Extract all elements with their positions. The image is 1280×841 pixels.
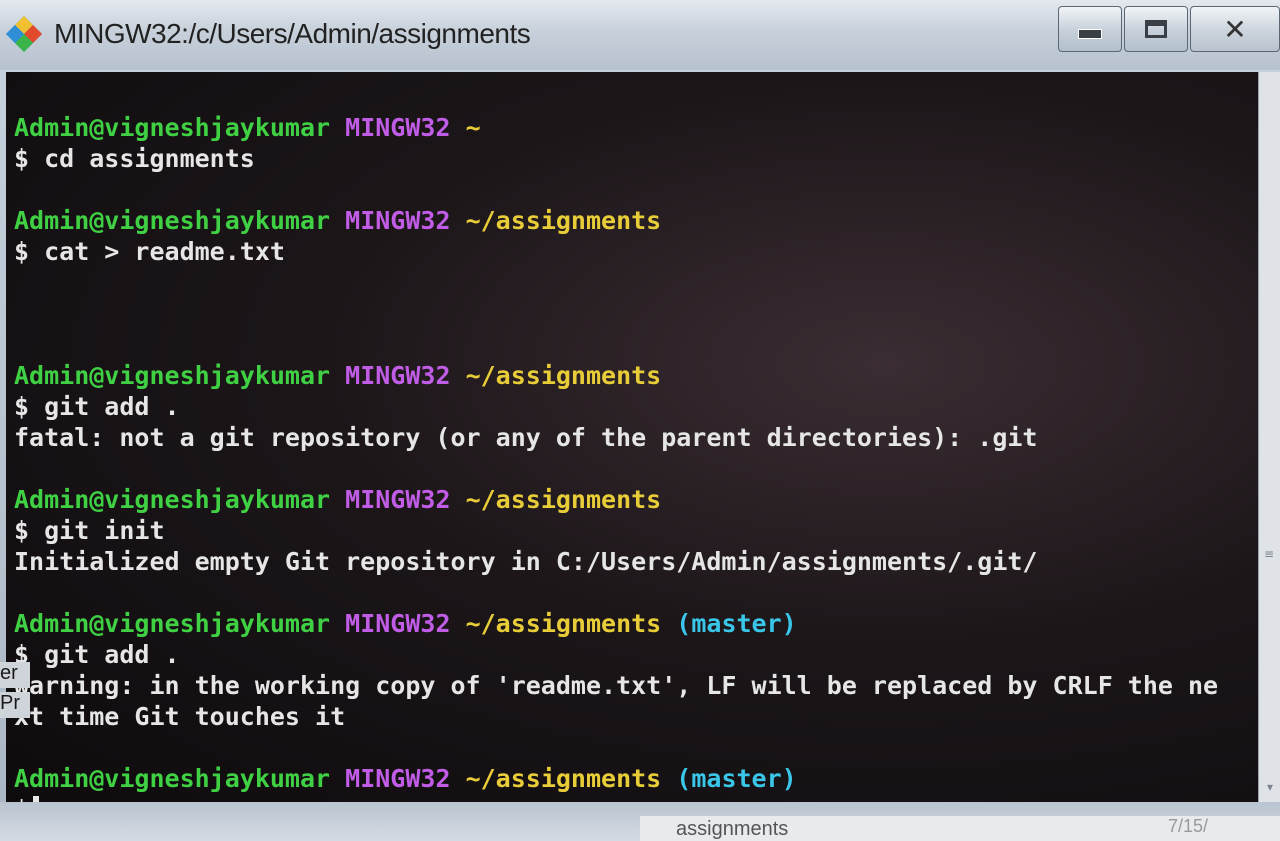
command-text: $ git add . [14, 640, 180, 669]
prompt-line: Admin@vigneshjaykumar MINGW32 ~/assignme… [14, 205, 1258, 236]
output-line: xt time Git touches it [14, 702, 346, 731]
command-text: $ cat > readme.txt [14, 237, 285, 266]
prompt-path: ~ [465, 113, 481, 142]
background-window-date: 7/15/ [1168, 816, 1209, 836]
prompt-path: ~/assignments [465, 206, 662, 235]
maximize-icon [1145, 20, 1167, 38]
command-text: $ cd assignments [14, 144, 255, 173]
prompt-line: Admin@vigneshjaykumar MINGW32 ~/assignme… [14, 763, 1258, 794]
title-bar[interactable]: MINGW32:/c/Users/Admin/assignments ✕ [0, 0, 1280, 70]
prompt-path: ~/assignments [465, 764, 662, 793]
prompt-line: Admin@vigneshjaykumar MINGW32 ~/assignme… [14, 360, 1258, 391]
prompt-host: MINGW32 [345, 113, 451, 142]
command-line: $ cat > readme.txt [14, 236, 1258, 267]
prompt-user: Admin@vigneshjaykumar [14, 206, 331, 235]
close-icon: ✕ [1223, 12, 1247, 46]
prompt-host: MINGW32 [345, 361, 451, 390]
output-line: fatal: not a git repository (or any of t… [14, 423, 1038, 452]
prompt-path: ~/assignments [465, 485, 662, 514]
prompt-user: Admin@vigneshjaykumar [14, 113, 331, 142]
command-text: $ git add . [14, 392, 180, 421]
command-text: $ git init [14, 516, 165, 545]
background-text-clip: Pr [0, 692, 30, 718]
minimize-button[interactable] [1058, 6, 1122, 52]
background-window-label: assignments [676, 818, 789, 840]
command-text: $ [14, 795, 29, 802]
prompt-user: Admin@vigneshjaykumar [14, 764, 331, 793]
prompt-branch: (master) [676, 609, 797, 638]
command-line: $ git init [14, 515, 1258, 546]
terminal-area[interactable]: Admin@vigneshjaykumar MINGW32 ~ $ cd assi… [6, 72, 1258, 802]
prompt-user: Admin@vigneshjaykumar [14, 609, 331, 638]
command-line: $ git add . [14, 391, 1258, 422]
prompt-host: MINGW32 [345, 206, 451, 235]
prompt-line: Admin@vigneshjaykumar MINGW32 ~ [14, 112, 1258, 143]
output-line: warning: in the working copy of 'readme.… [14, 671, 1219, 700]
background-text-clip: er [0, 662, 30, 688]
prompt-branch: (master) [676, 764, 797, 793]
git-bash-icon [6, 16, 42, 52]
terminal-output: Admin@vigneshjaykumar MINGW32 ~ $ cd assi… [14, 112, 1258, 802]
terminal-window: MINGW32:/c/Users/Admin/assignments ✕ Adm… [0, 0, 1280, 841]
prompt-path: ~/assignments [465, 609, 662, 638]
minimize-icon [1078, 29, 1102, 39]
prompt-line: Admin@vigneshjaykumar MINGW32 ~/assignme… [14, 484, 1258, 515]
command-line: $ [14, 794, 1258, 802]
output-line: Initialized empty Git repository in C:/U… [14, 547, 1038, 576]
command-line: $ git add . [14, 639, 1258, 670]
prompt-user: Admin@vigneshjaykumar [14, 361, 331, 390]
prompt-line: Admin@vigneshjaykumar MINGW32 ~/assignme… [14, 608, 1258, 639]
maximize-button[interactable] [1124, 6, 1188, 52]
prompt-host: MINGW32 [345, 609, 451, 638]
prompt-host: MINGW32 [345, 764, 451, 793]
prompt-user: Admin@vigneshjaykumar [14, 485, 331, 514]
scroll-grip-icon[interactable]: ≡ [1263, 548, 1275, 572]
vertical-scrollbar[interactable]: ≡ ▾ [1258, 72, 1280, 802]
scroll-down-icon[interactable]: ▾ [1261, 780, 1279, 798]
prompt-host: MINGW32 [345, 485, 451, 514]
caption-buttons: ✕ [1056, 6, 1280, 54]
close-button[interactable]: ✕ [1190, 6, 1280, 52]
command-line: $ cd assignments [14, 143, 1258, 174]
prompt-path: ~/assignments [465, 361, 662, 390]
window-title: MINGW32:/c/Users/Admin/assignments [54, 18, 531, 49]
